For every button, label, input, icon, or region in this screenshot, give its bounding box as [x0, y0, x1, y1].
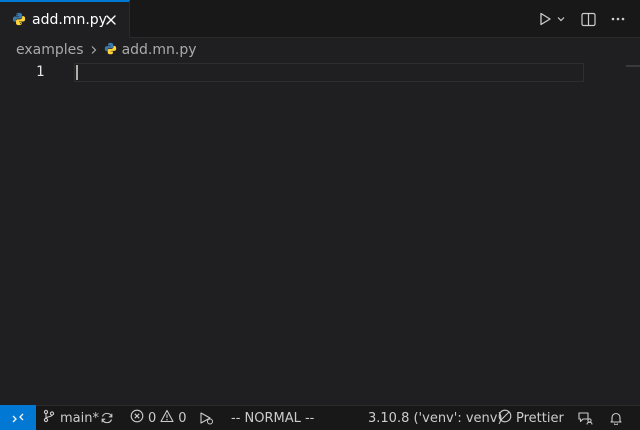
- tab-bar: add.mn.py: [0, 0, 640, 38]
- breadcrumb-folder[interactable]: examples: [16, 42, 84, 58]
- scrollbar[interactable]: [626, 65, 640, 67]
- problems-status[interactable]: 0 0: [130, 406, 187, 430]
- remote-icon[interactable]: [0, 405, 36, 430]
- python-icon: [12, 11, 26, 30]
- line-number: 1: [36, 64, 45, 80]
- vim-mode: -- NORMAL --: [231, 410, 315, 426]
- more-icon[interactable]: [606, 7, 630, 31]
- tab-filename: add.mn.py: [32, 12, 107, 28]
- chevron-right-icon: [90, 45, 98, 55]
- git-branch-status[interactable]: main*: [42, 406, 99, 430]
- current-line-highlight: [74, 63, 584, 82]
- prettier-icon: [498, 409, 512, 427]
- status-bar: main* 0 0 -- NORMAL -- 3.10.8 ('venv': v…: [0, 405, 640, 430]
- editor-actions: [536, 0, 640, 38]
- error-count: 0: [148, 410, 157, 426]
- error-icon: [130, 409, 144, 427]
- run-icon[interactable]: [536, 7, 554, 31]
- chevron-down-icon[interactable]: [554, 7, 568, 31]
- vscode-window: add.mn.py examples add.mn.py 1 main* 0 0…: [0, 0, 640, 430]
- branch-name: main*: [60, 410, 99, 426]
- split-editor-icon[interactable]: [576, 7, 600, 31]
- editor-area[interactable]: 1: [0, 60, 640, 405]
- close-icon[interactable]: [103, 12, 119, 28]
- debug-icon[interactable]: [198, 406, 214, 430]
- prettier-status[interactable]: Prettier: [498, 406, 564, 430]
- feedback-icon[interactable]: [577, 406, 593, 430]
- tab-add-mn-py[interactable]: add.mn.py: [0, 0, 130, 38]
- python-icon: [104, 42, 117, 59]
- sync-icon[interactable]: [100, 406, 114, 430]
- text-cursor: [76, 65, 78, 80]
- prettier-label: Prettier: [516, 410, 564, 426]
- git-branch-icon: [42, 409, 56, 427]
- breadcrumb-file[interactable]: add.mn.py: [122, 42, 197, 58]
- warning-count: 0: [178, 410, 187, 426]
- python-interpreter[interactable]: 3.10.8 ('venv': venv): [368, 406, 503, 430]
- warning-icon: [160, 409, 174, 427]
- breadcrumb: examples add.mn.py: [16, 40, 197, 60]
- bell-icon[interactable]: [609, 406, 623, 430]
